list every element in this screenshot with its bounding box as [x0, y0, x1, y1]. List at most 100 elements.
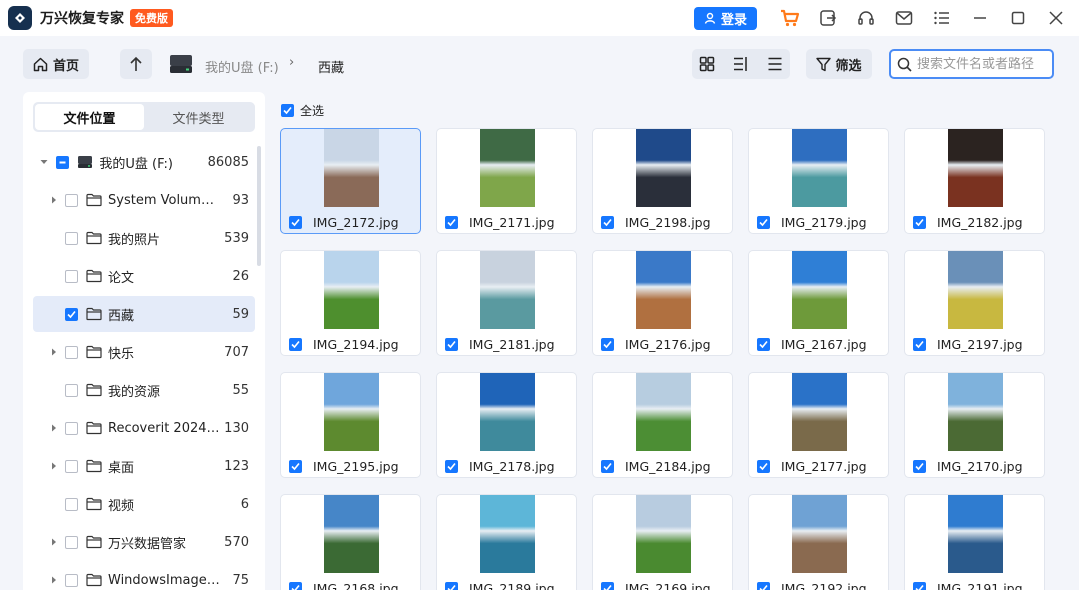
file-card[interactable]: IMG_2171.jpg: [436, 128, 577, 234]
file-card[interactable]: IMG_2169.jpg: [592, 494, 733, 590]
file-checkbox[interactable]: [289, 338, 302, 351]
breadcrumb-drive[interactable]: 我的U盘 (F:): [205, 57, 279, 76]
tree-checkbox[interactable]: [65, 383, 78, 397]
tree-item[interactable]: Recoverit 2024-08...130: [33, 410, 255, 446]
file-card[interactable]: IMG_2168.jpg: [280, 494, 421, 590]
file-card[interactable]: IMG_2178.jpg: [436, 372, 577, 478]
tree-checkbox[interactable]: [65, 307, 78, 321]
file-card[interactable]: IMG_2195.jpg: [280, 372, 421, 478]
tree-item[interactable]: 我的资源 55: [33, 372, 255, 408]
file-checkbox[interactable]: [601, 460, 614, 473]
search-input[interactable]: [917, 56, 1047, 72]
tree-item[interactable]: 我的照片 539: [33, 220, 255, 256]
tab-file-type[interactable]: 文件类型: [144, 104, 253, 130]
tree-checkbox[interactable]: [56, 155, 70, 169]
caret-right-icon[interactable]: [49, 462, 59, 470]
menu-icon[interactable]: [923, 0, 961, 36]
tree-item[interactable]: 万兴数据管家 570: [33, 524, 255, 560]
caret-right-icon[interactable]: [49, 196, 59, 204]
file-checkbox[interactable]: [757, 216, 770, 229]
caret-right-icon[interactable]: [49, 576, 59, 584]
file-checkbox[interactable]: [445, 216, 458, 229]
file-checkbox[interactable]: [445, 460, 458, 473]
tree-item[interactable]: System Volume Inf... 93: [33, 182, 255, 218]
login-button[interactable]: 登录: [693, 6, 757, 30]
tree-checkbox[interactable]: [65, 459, 78, 473]
tree-item[interactable]: 快乐 707: [33, 334, 255, 370]
file-card[interactable]: IMG_2172.jpg: [280, 128, 421, 234]
file-checkbox[interactable]: [757, 582, 770, 590]
tree-checkbox[interactable]: [65, 421, 78, 435]
file-checkbox[interactable]: [757, 338, 770, 351]
tree-item[interactable]: 视频 6: [33, 486, 255, 522]
sidebar-scrollbar[interactable]: [257, 146, 261, 266]
home-icon: [33, 57, 48, 71]
mail-icon[interactable]: [885, 0, 923, 36]
export-icon[interactable]: [809, 0, 847, 36]
file-checkbox[interactable]: [601, 338, 614, 351]
tree-checkbox[interactable]: [65, 193, 78, 207]
file-name: IMG_2182.jpg: [937, 215, 1023, 230]
detail-view-icon[interactable]: [726, 49, 756, 79]
tree-checkbox[interactable]: [65, 535, 78, 549]
tree-checkbox[interactable]: [65, 497, 78, 511]
file-card[interactable]: IMG_2177.jpg: [748, 372, 889, 478]
file-card[interactable]: IMG_2181.jpg: [436, 250, 577, 356]
select-all[interactable]: 全选: [281, 102, 324, 119]
up-button[interactable]: [120, 49, 152, 79]
tab-file-location[interactable]: 文件位置: [35, 104, 144, 130]
headset-icon[interactable]: [847, 0, 885, 36]
caret-right-icon[interactable]: [49, 538, 59, 546]
tree-item[interactable]: WindowsImageBac... 75: [33, 562, 255, 590]
file-checkbox[interactable]: [601, 216, 614, 229]
file-card[interactable]: IMG_2182.jpg: [904, 128, 1045, 234]
file-name: IMG_2192.jpg: [781, 581, 867, 590]
file-card[interactable]: IMG_2184.jpg: [592, 372, 733, 478]
file-card[interactable]: IMG_2192.jpg: [748, 494, 889, 590]
folder-icon: [86, 193, 102, 207]
file-checkbox[interactable]: [913, 460, 926, 473]
tree-item[interactable]: 西藏 59: [33, 296, 255, 332]
file-checkbox[interactable]: [445, 338, 458, 351]
file-checkbox[interactable]: [289, 460, 302, 473]
file-card[interactable]: IMG_2170.jpg: [904, 372, 1045, 478]
file-checkbox[interactable]: [757, 460, 770, 473]
tree-checkbox[interactable]: [65, 345, 78, 359]
list-view-icon[interactable]: [760, 49, 790, 79]
caret-right-icon[interactable]: [49, 424, 59, 432]
file-checkbox[interactable]: [913, 338, 926, 351]
tree-item[interactable]: 桌面 123: [33, 448, 255, 484]
file-card[interactable]: IMG_2191.jpg: [904, 494, 1045, 590]
cart-icon[interactable]: [771, 0, 809, 36]
caret-right-icon[interactable]: [49, 348, 59, 356]
home-button[interactable]: 首页: [23, 49, 89, 79]
file-card[interactable]: IMG_2179.jpg: [748, 128, 889, 234]
select-all-checkbox[interactable]: [281, 104, 294, 117]
file-card[interactable]: IMG_2194.jpg: [280, 250, 421, 356]
file-card[interactable]: IMG_2167.jpg: [748, 250, 889, 356]
tree-root[interactable]: 我的U盘 (F:) 86085: [33, 144, 255, 180]
tree-checkbox[interactable]: [65, 231, 78, 245]
file-checkbox[interactable]: [445, 582, 458, 590]
tree-checkbox[interactable]: [65, 269, 78, 283]
file-checkbox[interactable]: [601, 582, 614, 590]
file-checkbox[interactable]: [289, 216, 302, 229]
file-card[interactable]: IMG_2176.jpg: [592, 250, 733, 356]
usb-drive-icon: [77, 155, 93, 169]
file-card[interactable]: IMG_2189.jpg: [436, 494, 577, 590]
minimize-icon[interactable]: [961, 0, 999, 36]
file-checkbox[interactable]: [913, 582, 926, 590]
close-icon[interactable]: [1037, 0, 1075, 36]
folder-icon: [86, 231, 102, 245]
filter-button[interactable]: 筛选: [806, 49, 872, 79]
file-card[interactable]: IMG_2197.jpg: [904, 250, 1045, 356]
file-checkbox[interactable]: [913, 216, 926, 229]
tree-item[interactable]: 论文 26: [33, 258, 255, 294]
file-card[interactable]: IMG_2198.jpg: [592, 128, 733, 234]
maximize-icon[interactable]: [999, 0, 1037, 36]
tree-checkbox[interactable]: [65, 573, 78, 587]
tree-count: 707: [224, 344, 249, 360]
file-checkbox[interactable]: [289, 582, 302, 590]
caret-down-icon[interactable]: [39, 159, 48, 165]
grid-view-icon[interactable]: [692, 49, 722, 79]
